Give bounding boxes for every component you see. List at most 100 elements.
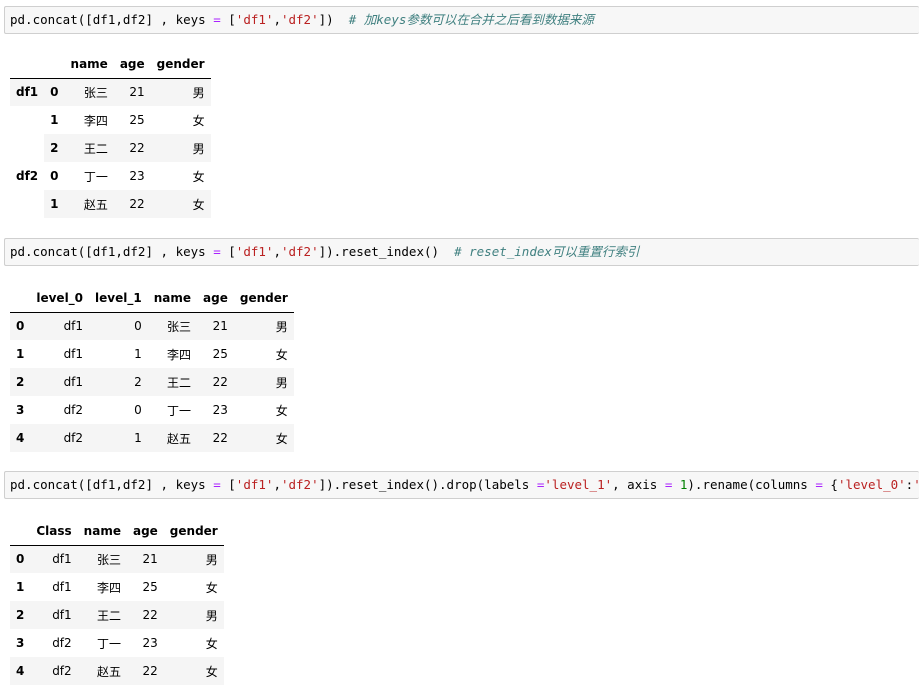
cell-age: 21 (129, 85, 145, 100)
code-token: ]) (318, 12, 349, 27)
cell-gender: 男 (192, 141, 205, 156)
code-token: , (273, 244, 281, 259)
cell-level-0: df1 (63, 347, 84, 361)
output-table-3: Class name age gender 0 df1 张三 21 男 1 df… (10, 517, 224, 685)
cell-name: 丁一 (167, 403, 192, 418)
table-header-row: Class name age gender (10, 517, 224, 546)
cell-level-1: 1 (134, 347, 142, 361)
cell-gender: 男 (275, 375, 288, 390)
cell-level-1: 2 (134, 375, 142, 389)
column-header-age: age (113, 50, 151, 79)
cell-name: 张三 (167, 319, 192, 334)
code-token: , axis (612, 477, 665, 492)
cell-gender: 女 (192, 197, 205, 212)
cell-age: 22 (142, 608, 158, 622)
cell-name: 王二 (96, 608, 121, 623)
cell-name: 丁一 (96, 636, 121, 651)
cell-age: 21 (212, 319, 228, 334)
cell-age: 22 (129, 141, 145, 155)
cell-class: df1 (52, 608, 72, 622)
column-header-age: age (197, 284, 234, 313)
row-index-level1: 2 (50, 141, 59, 155)
code-cell-1[interactable]: pd.concat([df1,df2] , keys = ['df1','df2… (4, 6, 919, 34)
cell-gender: 男 (205, 552, 218, 567)
cell-level-1: 1 (134, 431, 142, 445)
code-token: ).rename(columns (687, 477, 816, 492)
table-row: 2 王二 22 男 (10, 134, 211, 162)
code-token: pd.concat([df1,df2] , keys (10, 12, 214, 27)
table-row: 1 赵五 22 女 (10, 190, 211, 218)
column-header-level-0: level_0 (30, 284, 90, 313)
cell-gender: 女 (275, 403, 288, 418)
code-token: = (213, 477, 221, 492)
cell-name: 李四 (167, 347, 192, 362)
cell-level-1: 0 (134, 403, 142, 417)
cell-gender: 女 (275, 347, 288, 362)
column-header-class: Class (30, 517, 78, 546)
table-row: 1 df1 李四 25 女 (10, 573, 224, 601)
cell-name: 王二 (167, 375, 192, 390)
row-index-level1: 1 (50, 197, 59, 211)
code-string: 'level_1' (544, 477, 613, 492)
output-table-2: level_0 level_1 name age gender 0 df1 0 … (10, 284, 294, 452)
code-token: , (273, 477, 281, 492)
cell-age: 25 (142, 580, 158, 594)
cell-level-0: df1 (63, 319, 84, 334)
row-index-level1: 0 (50, 85, 59, 100)
code-token: = (213, 12, 221, 27)
code-string: 'df1' (235, 12, 274, 27)
table-row: 3 df2 丁一 23 女 (10, 629, 224, 657)
cell-gender: 女 (205, 580, 218, 595)
cell-name: 赵五 (167, 431, 192, 446)
cell-name: 李四 (96, 580, 121, 595)
cell-age: 22 (212, 375, 228, 389)
row-index-level0 (10, 134, 45, 162)
cell-age: 23 (142, 636, 158, 650)
code-token: [ (220, 244, 236, 259)
table-row: 1 李四 25 女 (10, 106, 211, 134)
table-row: 4 df2 1 赵五 22 女 (10, 424, 294, 452)
cell-age: 23 (129, 169, 145, 183)
cell-class: df1 (52, 552, 72, 567)
row-index: 1 (16, 347, 25, 361)
index-header-blank (10, 284, 31, 313)
code-cell-3[interactable]: pd.concat([df1,df2] , keys = ['df1','df2… (4, 471, 919, 499)
code-token: ]).reset_index() (318, 244, 455, 259)
cell-age: 25 (212, 347, 228, 361)
cell-age: 22 (212, 431, 228, 445)
cell-name: 赵五 (83, 197, 108, 212)
row-index: 4 (16, 431, 25, 445)
code-cell-2[interactable]: pd.concat([df1,df2] , keys = ['df1','df2… (4, 238, 919, 266)
code-string: 'Class' (913, 477, 919, 492)
table-row: 2 df1 王二 22 男 (10, 601, 224, 629)
cell-name: 丁一 (83, 169, 108, 184)
cell-gender: 女 (192, 169, 205, 184)
table-row: 0 df1 张三 21 男 (10, 545, 224, 573)
code-token: , (273, 12, 281, 27)
row-index: 2 (16, 375, 25, 389)
table-row: 2 df1 2 王二 22 男 (10, 368, 294, 396)
table-header-row: level_0 level_1 name age gender (10, 284, 294, 313)
cell-gender: 男 (192, 85, 205, 100)
column-header-level-1: level_1 (89, 284, 148, 313)
cell-class: df1 (52, 580, 72, 594)
row-index: 3 (16, 403, 25, 417)
cell-name: 张三 (83, 85, 108, 100)
cell-name: 王二 (83, 141, 108, 156)
column-header-name: name (147, 284, 198, 313)
cell-age: 22 (142, 664, 158, 678)
code-string: 'level_0' (837, 477, 906, 492)
row-index-level0: df1 (16, 85, 39, 100)
code-token: ]).reset_index().drop(labels (318, 477, 537, 492)
code-comment: # reset_index可以重置行索引 (454, 244, 640, 259)
code-comment: # 加keys参数可以在合并之后看到数据来源 (348, 12, 594, 27)
code-string: 'df2' (280, 12, 319, 27)
code-string: 'df2' (280, 477, 319, 492)
cell-level-0: df2 (63, 403, 84, 417)
table-row: df2 0 丁一 23 女 (10, 162, 211, 190)
column-header-name: name (77, 517, 127, 546)
cell-gender: 女 (205, 664, 218, 679)
index-header-blank (10, 50, 45, 79)
column-header-gender: gender (163, 517, 224, 546)
